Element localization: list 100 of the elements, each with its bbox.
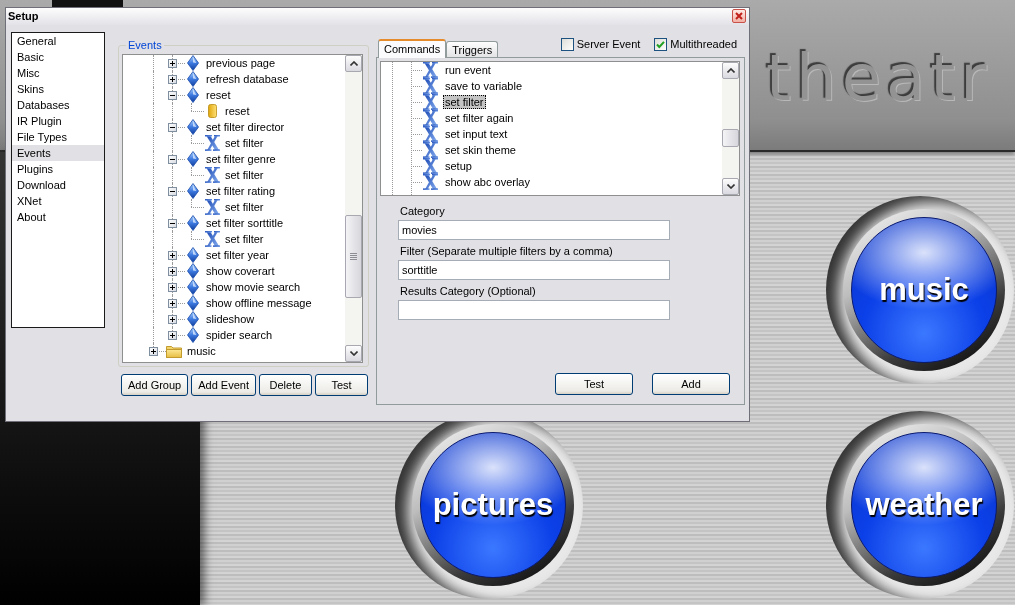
tab[interactable]: Triggers [446,41,499,57]
scroll-down-button[interactable] [345,345,362,362]
diamond-icon [187,119,199,135]
tree-item[interactable]: reset [224,104,251,118]
list-item[interactable]: set skin theme [443,143,518,157]
diamond-icon [187,55,199,71]
tree-item[interactable]: reset [205,88,232,102]
category-item[interactable]: Download [12,177,104,193]
category-item[interactable]: Misc [12,65,104,81]
field-label: Results Category (Optional) [399,284,536,298]
category-item[interactable]: XNet [12,193,104,209]
plus-icon[interactable] [168,266,177,276]
tree-item[interactable]: music [186,344,217,358]
diamond-icon [187,327,199,343]
cross-icon [204,199,220,215]
diamond-icon [187,247,199,263]
tree-item[interactable]: refresh database [205,72,290,86]
category-item[interactable]: Plugins [12,161,104,177]
category-item[interactable]: File Types [12,129,104,145]
group-label: Events [126,38,164,52]
tree-item[interactable]: spider search [205,328,274,342]
plus-icon[interactable] [168,330,177,340]
tree-item[interactable]: show coverart [205,264,276,278]
tree-item[interactable]: set filter [224,200,265,214]
scroll-up-button[interactable] [345,55,362,72]
plus-icon[interactable] [168,314,177,324]
category-item[interactable]: IR Plugin [12,113,104,129]
chevron-up-icon [349,61,358,66]
list-item[interactable]: set input text [443,127,510,141]
checkbox-label[interactable]: Server Event [576,37,641,51]
cross-icon [422,94,438,110]
scrollbar[interactable] [345,55,362,362]
action-button[interactable]: Add Event [191,374,256,396]
scroll-up-button[interactable] [722,62,739,79]
cross-icon [422,110,438,126]
minus-icon[interactable] [168,218,177,228]
list-item[interactable]: set filter [443,95,486,109]
diamond-icon [187,279,199,295]
tree-item[interactable]: slideshow [205,312,256,326]
tree-item[interactable]: set filter rating [205,184,277,198]
text-field[interactable]: sorttitle [398,260,670,280]
scroll-thumb[interactable] [722,129,739,147]
list-item[interactable]: set filter again [443,111,516,125]
plus-icon[interactable] [149,346,158,356]
scrollbar[interactable] [722,62,739,195]
action-button[interactable]: Add Group [121,374,189,396]
action-button[interactable]: Test [555,373,633,395]
text-field[interactable]: movies [398,220,670,240]
tree-item[interactable]: set filter year [205,248,270,262]
cross-icon [422,142,438,158]
tree-item[interactable]: set filter director [205,120,286,134]
plus-icon[interactable] [168,282,177,292]
plus-icon[interactable] [168,74,177,84]
tree-item[interactable]: set filter [224,232,265,246]
tree-item[interactable]: set filter [224,168,265,182]
category-item[interactable]: Events [12,145,104,161]
field-label: Category [399,204,445,218]
minus-icon[interactable] [168,154,177,164]
diamond-icon [187,295,199,311]
category-item[interactable]: About [12,209,104,225]
diamond-icon [187,183,199,199]
cross-icon [422,174,438,190]
diamond-icon [187,263,199,279]
list-item[interactable]: save to variable [443,79,525,93]
tree-item[interactable]: show movie search [205,280,302,294]
tree-item[interactable]: previous page [205,56,277,70]
action-button[interactable]: Delete [258,374,312,396]
checkbox[interactable] [560,37,574,51]
field-label: Filter (Separate multiple filters by a comma) [399,244,613,258]
scroll-down-button[interactable] [722,178,739,195]
logo-text: theatr [766,46,992,110]
cross-icon [422,158,438,174]
chevron-up-icon [726,68,735,73]
category-item[interactable]: Databases [12,97,104,113]
close-icon [735,12,743,20]
close-button[interactable] [732,9,746,23]
minus-icon[interactable] [168,90,177,100]
category-item[interactable]: Basic [12,49,104,65]
tab[interactable]: Commands [378,39,447,58]
text-field[interactable] [398,300,670,320]
plus-icon[interactable] [168,250,177,260]
minus-icon[interactable] [168,186,177,196]
list-item[interactable]: run event [443,63,493,77]
list-item[interactable]: show abc overlay [443,175,532,189]
tree-item[interactable]: set filter [224,136,265,150]
diamond-icon [187,71,199,87]
plus-icon[interactable] [168,298,177,308]
scroll-thumb[interactable] [345,215,362,298]
category-item[interactable]: General [12,33,104,49]
plus-icon[interactable] [168,58,177,68]
list-item[interactable]: setup [443,159,474,173]
checkbox-label[interactable]: Multithreaded [670,37,737,51]
action-button[interactable]: Add [652,373,730,395]
action-button[interactable]: Test [314,374,368,396]
category-item[interactable]: Skins [12,81,104,97]
tree-item[interactable]: set filter sorttitle [205,216,285,230]
tree-item[interactable]: show offline message [205,296,313,310]
tree-item[interactable]: set filter genre [205,152,277,166]
minus-icon[interactable] [168,122,177,132]
checkbox[interactable] [654,37,668,51]
